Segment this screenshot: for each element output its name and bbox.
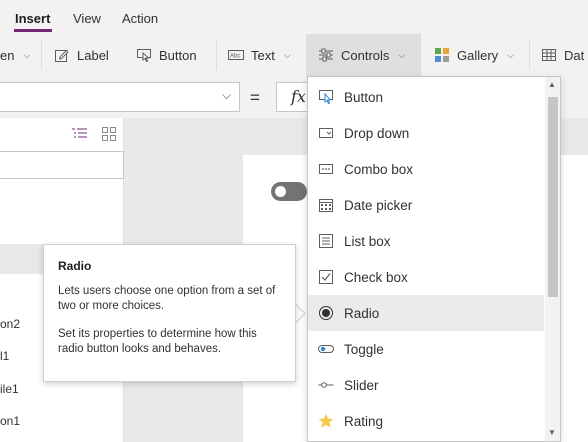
list-box-icon (318, 233, 334, 249)
label-button[interactable]: Label (54, 34, 122, 76)
scroll-down-arrow-icon[interactable]: ▼ (548, 428, 556, 437)
button-touch-icon (136, 47, 152, 63)
controls-button[interactable]: Controls ⌵ (306, 34, 421, 76)
svg-text:Abc: Abc (230, 54, 240, 60)
property-dropdown[interactable] (0, 82, 240, 112)
tooltip-description: Lets users choose one option from a set … (58, 285, 276, 312)
ribbon-divider (529, 40, 530, 70)
tree-item[interactable]: on2 (0, 317, 20, 331)
chevron-down-icon: ⌵ (507, 49, 515, 60)
toggle-knob (275, 186, 286, 197)
ribbon-divider (41, 40, 42, 70)
data-table-icon (541, 47, 557, 63)
ribbon-label-button: Button (159, 47, 197, 63)
menu-item-label: Button (344, 89, 384, 105)
ribbon-label-gallery: Gallery (457, 47, 499, 63)
radio-tooltip: Radio Lets users choose one option from … (43, 244, 296, 382)
text-button[interactable]: Abc Text ⌵ (228, 34, 298, 76)
chevron-down-icon: ⌵ (283, 49, 291, 60)
tab-view[interactable]: View (73, 11, 101, 26)
menu-item-list-box[interactable]: List box (308, 223, 544, 259)
tree-search-input[interactable] (0, 151, 124, 179)
menu-item-label: Radio (344, 305, 380, 321)
menu-item-drop-down[interactable]: Drop down (308, 115, 544, 151)
gallery-button[interactable]: Gallery ⌵ (434, 34, 524, 76)
data-table-button[interactable]: Dat (541, 34, 588, 76)
gallery-grid-icon (434, 47, 450, 63)
dropdown-icon (318, 125, 334, 141)
toggle-icon (318, 341, 334, 357)
tree-view-list-icon[interactable] (72, 127, 88, 144)
text-abc-icon: Abc (228, 47, 244, 63)
menu-item-slider[interactable]: Slider (308, 367, 544, 403)
calendar-icon (318, 197, 334, 213)
menu-item-label: Rating (344, 413, 384, 429)
combo-box-icon (318, 161, 334, 177)
tooltip-title: Radio (58, 259, 92, 273)
tree-item[interactable]: ile1 (0, 382, 19, 396)
checkbox-icon (318, 269, 334, 285)
ribbon-label-new-screen: en (0, 47, 15, 63)
tab-action[interactable]: Action (122, 11, 158, 26)
ribbon-divider (216, 40, 217, 70)
button-button[interactable]: Button (136, 34, 216, 76)
scroll-up-arrow-icon[interactable]: ▲ (548, 80, 556, 89)
slider-icon (318, 377, 334, 393)
thumbnail-grid-icon[interactable] (102, 127, 116, 144)
menu-item-label: Date picker (344, 197, 413, 213)
ribbon-label-data-table: Dat (564, 47, 585, 63)
ribbon-label-text: Text (251, 47, 275, 63)
equals-sign: = (250, 88, 260, 107)
menu-item-date-picker[interactable]: Date picker (308, 187, 544, 223)
menu-scrollbar-thumb[interactable] (548, 97, 558, 297)
chevron-down-icon: ⌵ (23, 49, 31, 60)
menu-item-combo-box[interactable]: Combo box (308, 151, 544, 187)
menu-item-label: Combo box (344, 161, 414, 177)
new-screen-button[interactable]: en ⌵ (0, 34, 40, 76)
menu-item-toggle[interactable]: Toggle (308, 331, 544, 367)
menu-item-rating[interactable]: Rating (308, 403, 544, 439)
tree-item[interactable]: on1 (0, 414, 20, 428)
tree-item[interactable]: l1 (0, 349, 9, 363)
menu-item-label: Toggle (344, 341, 384, 357)
button-touch-icon (318, 89, 334, 105)
menu-item-label: List box (344, 233, 391, 249)
active-tab-indicator (14, 29, 52, 32)
ribbon-label-label: Label (77, 47, 109, 63)
sliders-icon (318, 47, 334, 63)
controls-menu: Button Drop down Combo box Date picker L… (307, 76, 561, 442)
menu-item-label: Drop down (344, 125, 410, 141)
menu-item-button[interactable]: Button (308, 79, 544, 115)
menu-item-radio[interactable]: Radio (308, 295, 544, 331)
star-icon (318, 413, 334, 429)
ribbon-label-controls: Controls (341, 47, 390, 63)
menu-item-label: Check box (344, 269, 408, 285)
fx-icon[interactable]: fx (291, 87, 306, 106)
tab-insert[interactable]: Insert (15, 11, 50, 26)
label-edit-icon (54, 47, 70, 63)
radio-icon (318, 305, 334, 321)
tooltip-properties-hint: Set its properties to determine how this… (58, 328, 257, 355)
menu-item-label: Slider (344, 377, 379, 393)
menu-item-check-box[interactable]: Check box (308, 259, 544, 295)
chevron-down-icon: ⌵ (398, 49, 406, 60)
chevron-down-icon: ⌵ (222, 88, 232, 102)
